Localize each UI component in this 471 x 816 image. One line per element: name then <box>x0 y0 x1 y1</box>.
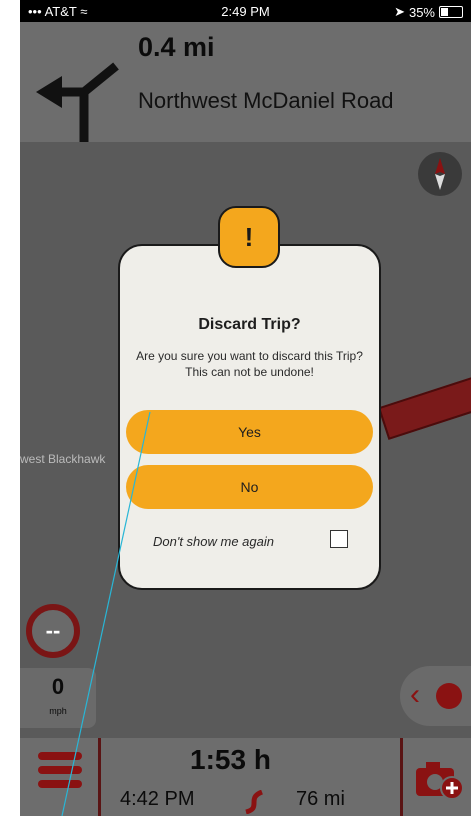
dialog-title: Discard Trip? <box>198 316 301 333</box>
map-street-label: west Blackhawk <box>20 452 106 466</box>
speed-limit-sign: -- <box>26 604 80 658</box>
speedometer: 0 mph <box>20 668 96 728</box>
battery-percent: 35% <box>408 4 435 20</box>
divider <box>98 738 101 816</box>
next-street-name: Northwest McDaniel Road <box>138 88 394 113</box>
next-turn-distance: 0.4 mi <box>138 32 215 62</box>
trip-distance: 76 mi <box>296 788 345 810</box>
trip-bottom-bar: 1:53 h 4:42 PM 76 mi <box>20 738 471 816</box>
no-button[interactable]: No <box>126 465 373 509</box>
compass-needle-icon <box>435 158 445 190</box>
record-control[interactable]: ‹ <box>400 666 471 726</box>
yes-button[interactable]: Yes <box>126 410 373 454</box>
trip-duration: 1:53 h <box>190 744 271 775</box>
location-arrow-icon: ➤ <box>394 4 405 19</box>
battery-icon <box>439 6 463 18</box>
status-bar: ••• AT&T ≈ 2:49 PM ➤ 35% <box>20 0 471 22</box>
alert-icon: ! <box>218 206 280 268</box>
current-speed: 0 <box>51 674 65 699</box>
navigation-header: 0.4 mi Northwest McDaniel Road <box>20 22 471 157</box>
menu-icon[interactable] <box>38 752 82 802</box>
speed-unit: mph <box>49 706 67 716</box>
record-dot-icon[interactable] <box>436 683 462 709</box>
divider <box>400 738 403 816</box>
speed-limit-value: -- <box>45 618 61 643</box>
route-curve-icon <box>245 790 264 814</box>
trip-eta: 4:42 PM <box>120 788 195 810</box>
exclamation-icon: ! <box>244 221 254 252</box>
add-photo-camera-icon[interactable] <box>412 752 466 802</box>
status-right: ➤ 35% <box>394 4 463 20</box>
compass-icon[interactable] <box>418 152 462 196</box>
dont-show-again-checkbox[interactable] <box>330 530 348 548</box>
dont-show-again-label: Don't show me again <box>153 534 274 549</box>
dialog-message: Are you sure you want to discard this Tr… <box>136 349 363 379</box>
chevron-left-icon[interactable]: ‹ <box>410 678 420 712</box>
